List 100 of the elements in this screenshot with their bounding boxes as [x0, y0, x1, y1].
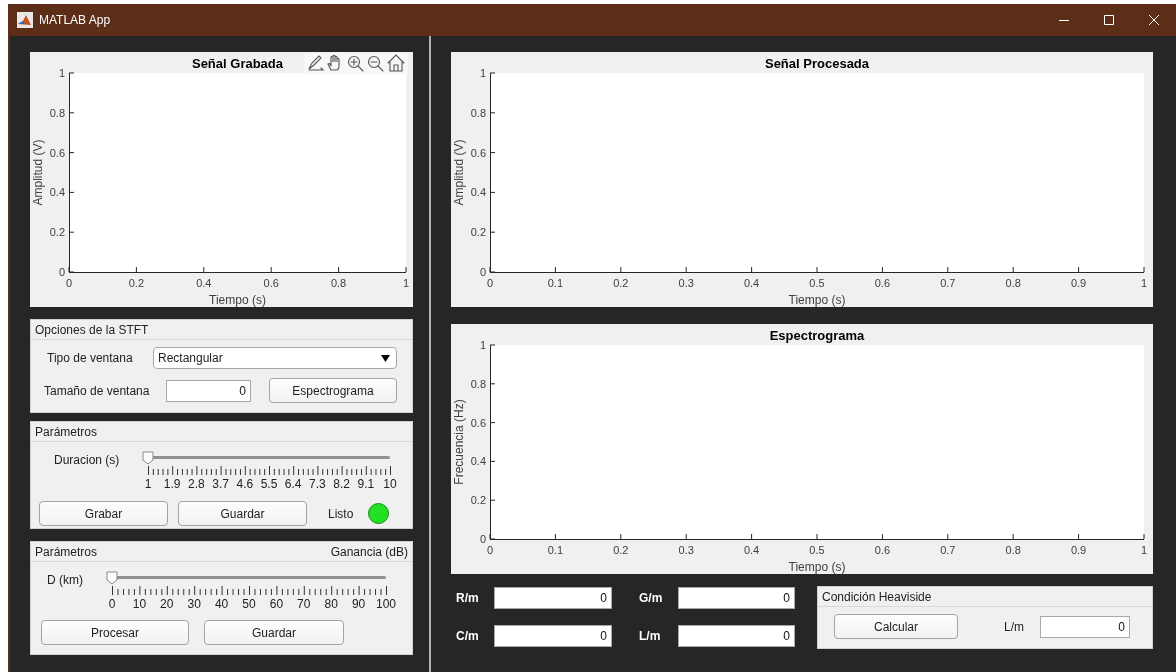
label: C/m: [455, 629, 480, 643]
label: R/m: [455, 591, 480, 605]
tick-label: 6.4: [284, 477, 302, 491]
zoom-out-icon[interactable]: [367, 55, 384, 72]
slider-thumb[interactable]: [106, 571, 118, 585]
tick-label: 0.6: [263, 277, 279, 289]
tick-label: 0: [58, 266, 65, 278]
tick-label: 0: [65, 277, 73, 289]
tick-label: 1: [1140, 544, 1148, 556]
plot-toolbar[interactable]: [304, 53, 408, 74]
input-field[interactable]: 0: [494, 625, 612, 647]
label: L/m: [639, 629, 662, 643]
tick-label: 0.8: [1005, 544, 1021, 556]
tick-label: 0: [108, 597, 116, 611]
tick-label: 0.8: [330, 277, 347, 289]
chart-title: Espectrograma: [769, 328, 865, 343]
maximize-icon: [1102, 14, 1115, 26]
app-icon: [17, 12, 33, 28]
caret-icon: [381, 354, 390, 362]
panel-title: Opciones de la STFT: [35, 322, 149, 337]
tick-label: 0.2: [470, 226, 486, 239]
push-button[interactable]: Grabar: [39, 501, 168, 526]
push-button[interactable]: Espectrograma: [269, 378, 397, 403]
tick-label: 0.8: [1005, 277, 1021, 289]
push-button[interactable]: Calcular: [834, 614, 958, 639]
tick-label: 2.8: [188, 477, 205, 491]
tick-label: 0.6: [49, 146, 65, 159]
tick-label: 0.9: [1070, 544, 1087, 556]
tick-label: 0.6: [470, 416, 486, 429]
input-field[interactable]: 0: [166, 379, 251, 402]
label: Tamaño de ventana: [43, 383, 151, 398]
tick-label: 0.2: [128, 277, 145, 289]
hand-icon[interactable]: [327, 54, 340, 71]
panel-title: Parámetros: [35, 544, 98, 559]
tick-label: 0.7: [940, 544, 956, 556]
tick-label: 0.2: [613, 544, 629, 556]
tick-label: 3.7: [212, 477, 229, 491]
tick-label: 0.1: [547, 277, 564, 289]
tick-label: 40: [214, 597, 229, 611]
tick-label: 0.5: [809, 544, 825, 556]
tick-label: 1: [402, 277, 410, 289]
tick-label: 1: [58, 67, 65, 79]
tick-label: 0.4: [196, 277, 212, 289]
tick-label: 0.4: [470, 186, 486, 199]
tick-label: 0.2: [613, 277, 629, 289]
slider-track[interactable]: [142, 451, 390, 465]
chart-title: Señal Procesada: [764, 56, 870, 71]
tick-label: 0.2: [49, 226, 65, 239]
label: G/m: [639, 591, 664, 605]
label: L/m: [1004, 619, 1025, 634]
tick-label: 20: [160, 597, 174, 611]
tick-label: 0.8: [470, 106, 486, 119]
tick-label: 90: [351, 597, 366, 611]
tick-label: 1.9: [163, 477, 181, 491]
label: Ganancia (dB): [330, 544, 408, 559]
slider-track[interactable]: [106, 571, 386, 585]
panel-title: Condición Heaviside: [822, 589, 932, 604]
label: Listo: [328, 506, 354, 521]
push-button[interactable]: Guardar: [204, 620, 344, 645]
tick-label: 4.6: [236, 477, 254, 491]
input-field[interactable]: 0: [678, 625, 795, 647]
dropdown[interactable]: Rectangular: [153, 347, 397, 369]
input-field[interactable]: 0: [1040, 615, 1130, 638]
axis-title: Amplitud (V): [452, 139, 466, 206]
tick-label: 100: [376, 597, 396, 611]
tick-label: 0.4: [743, 544, 760, 556]
tick-label: 0.9: [1070, 277, 1087, 289]
tick-label: 0.8: [49, 106, 65, 119]
tick-label: 0.1: [547, 544, 564, 556]
push-button[interactable]: Procesar: [41, 620, 189, 645]
tick-label: 10: [383, 477, 397, 491]
axis-title: Tiempo (s): [788, 560, 846, 574]
tick-label: 1: [1140, 277, 1148, 289]
tick-label: 0.7: [940, 277, 956, 289]
window-title: MATLAB App: [39, 13, 112, 27]
tick-label: 0.6: [874, 544, 891, 556]
home-icon[interactable]: [387, 54, 405, 72]
label: Tipo de ventana: [46, 351, 134, 365]
brush-icon[interactable]: [308, 55, 325, 71]
panel-title: Parámetros: [35, 424, 98, 439]
zoom-in-icon[interactable]: [347, 55, 364, 72]
tick-label: 5.5: [260, 477, 278, 491]
tick-label: 0.8: [470, 377, 486, 390]
tick-label: 50: [242, 597, 256, 611]
tick-label: 30: [187, 597, 201, 611]
tick-label: 8.2: [333, 477, 350, 491]
tick-label: 0: [486, 277, 494, 289]
slider-thumb[interactable]: [142, 451, 154, 465]
input-field[interactable]: 0: [494, 587, 612, 609]
label: Duracion (s): [53, 453, 121, 467]
tick-label: 10: [132, 597, 147, 611]
push-button[interactable]: Guardar: [178, 501, 307, 526]
tick-label: 0.6: [470, 146, 486, 159]
tick-label: 0.4: [743, 277, 760, 289]
axis-title: Frecuencia (Hz): [452, 399, 466, 485]
input-field[interactable]: 0: [678, 587, 795, 609]
tick-label: 0.4: [49, 186, 65, 199]
tick-label: 80: [324, 597, 338, 611]
tick-label: 0.3: [678, 277, 694, 289]
tick-label: 0.5: [809, 277, 825, 289]
